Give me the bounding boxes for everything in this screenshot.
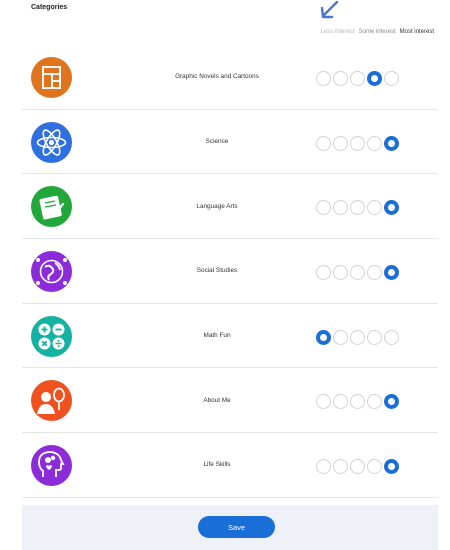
- legend-most-interest: Most interest: [399, 29, 434, 35]
- interest-radio-1[interactable]: [316, 200, 331, 216]
- interest-rating: [316, 459, 399, 475]
- arrow-down-left-icon: [320, 0, 339, 19]
- interest-radio-4[interactable]: [367, 265, 382, 281]
- globe-icon: [31, 251, 72, 293]
- atom-icon: [31, 121, 72, 163]
- interest-radio-4[interactable]: [367, 200, 382, 216]
- legend-less-interest: Less interest: [320, 29, 355, 35]
- header: Categories Less interest Some interest M…: [0, 0, 450, 44]
- interest-radio-3[interactable]: [350, 459, 365, 475]
- interest-radio-5[interactable]: [384, 265, 399, 281]
- interest-radio-3[interactable]: [350, 265, 365, 281]
- interest-radio-2[interactable]: [333, 71, 348, 86]
- category-list: Graphic Novels and Cartoons Science Lang…: [22, 45, 438, 498]
- interest-radio-1[interactable]: [316, 329, 331, 345]
- interest-legend: Less interest Some interest Most interes…: [321, 29, 434, 35]
- category-label: Math Fun: [203, 332, 231, 340]
- footer-bar: Save: [22, 505, 438, 550]
- interest-radio-4[interactable]: [367, 135, 382, 151]
- person-mirror-icon: [31, 380, 72, 422]
- interest-radio-5[interactable]: [384, 71, 399, 86]
- interest-radio-5[interactable]: [384, 200, 399, 216]
- interest-radio-1[interactable]: [316, 459, 331, 475]
- graphic-novel-icon: [31, 57, 72, 98]
- category-row: About Me: [22, 368, 438, 434]
- category-row: Social Studies: [22, 239, 438, 304]
- save-button[interactable]: Save: [198, 516, 275, 538]
- category-label: Science: [205, 138, 229, 146]
- interest-radio-5[interactable]: [384, 394, 399, 410]
- head-gears-icon: [31, 445, 72, 487]
- interest-rating: [316, 329, 399, 345]
- interest-radio-3[interactable]: [350, 200, 365, 216]
- interest-radio-5[interactable]: [384, 329, 399, 345]
- interest-radio-3[interactable]: [350, 329, 365, 345]
- category-row: Math Fun: [22, 304, 438, 369]
- interest-radio-3[interactable]: [350, 71, 365, 86]
- interest-radio-2[interactable]: [333, 394, 348, 410]
- interest-radio-3[interactable]: [350, 394, 365, 410]
- category-label: Life Skills: [203, 461, 231, 469]
- interest-radio-2[interactable]: [333, 200, 348, 216]
- scroll-icon: [31, 186, 72, 228]
- interest-radio-4[interactable]: [367, 394, 382, 410]
- category-row: Language Arts: [22, 174, 438, 240]
- interest-radio-2[interactable]: [333, 459, 348, 475]
- interest-radio-1[interactable]: [316, 394, 331, 410]
- category-row: Graphic Novels and Cartoons: [22, 45, 438, 110]
- category-label: Social Studies: [196, 267, 238, 275]
- interest-radio-1[interactable]: [316, 265, 331, 281]
- category-label: About Me: [203, 396, 231, 404]
- interest-radio-4[interactable]: [367, 71, 382, 86]
- interest-rating: [316, 200, 399, 216]
- interest-radio-2[interactable]: [333, 265, 348, 281]
- interest-radio-1[interactable]: [316, 71, 331, 86]
- category-row: Life Skills: [22, 433, 438, 498]
- page-title: Categories: [31, 4, 68, 11]
- category-row: Science: [22, 110, 438, 175]
- interest-radio-1[interactable]: [316, 135, 331, 151]
- interest-radio-4[interactable]: [367, 459, 382, 475]
- interest-radio-4[interactable]: [367, 329, 382, 345]
- interest-radio-5[interactable]: [384, 459, 399, 475]
- legend-some-interest: Some interest: [358, 29, 396, 35]
- math-symbols-icon: [31, 315, 72, 357]
- interest-radio-3[interactable]: [350, 135, 365, 151]
- interest-rating: [316, 265, 399, 281]
- interest-radio-2[interactable]: [333, 135, 348, 151]
- interest-rating: [316, 394, 399, 410]
- interest-rating: [316, 71, 399, 86]
- interest-rating: [316, 135, 399, 151]
- interest-radio-2[interactable]: [333, 329, 348, 345]
- category-label: Language Arts: [196, 202, 238, 210]
- interest-radio-5[interactable]: [384, 135, 399, 151]
- category-label: Graphic Novels and Cartoons: [175, 73, 259, 81]
